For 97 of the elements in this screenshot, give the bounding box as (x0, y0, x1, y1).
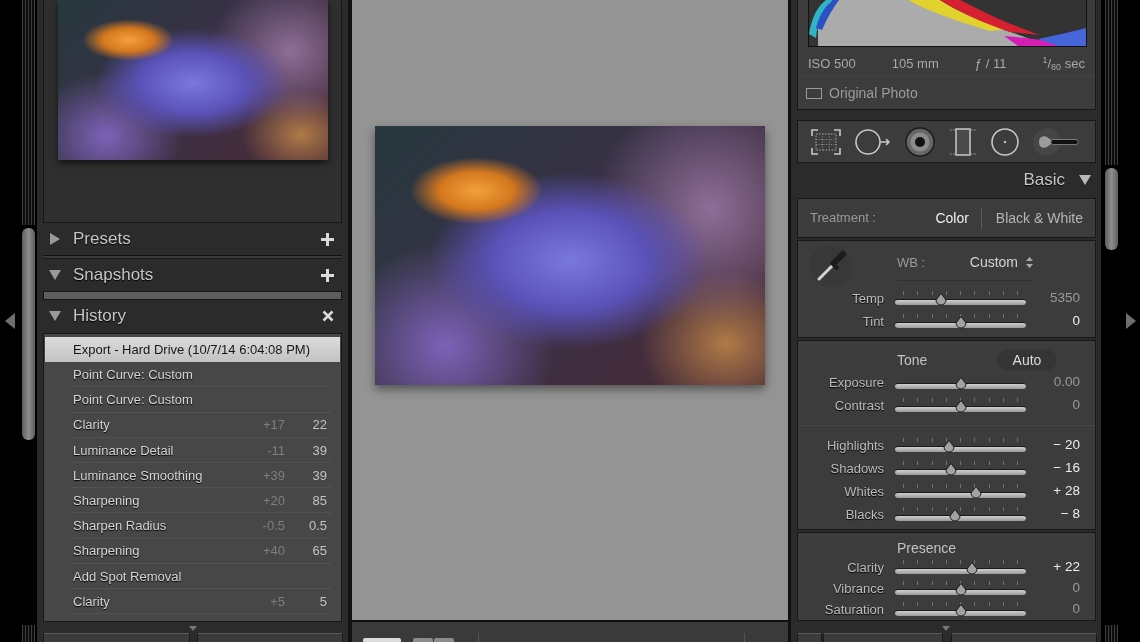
right-arrow-icon[interactable] (1125, 313, 1136, 329)
slider-track[interactable] (895, 560, 1026, 575)
slider-label: Whites (843, 482, 884, 501)
slider-value: + 28 (1052, 482, 1080, 501)
slider-thumb[interactable] (954, 583, 967, 596)
panel-header-title[interactable]: Basic (1023, 167, 1065, 193)
slider-value: − 8 (1059, 505, 1080, 524)
exif-value: ƒ / 11 (974, 54, 1007, 73)
history-value: 0.5 (307, 517, 327, 536)
slider-value: − 20 (1052, 436, 1080, 455)
grip-strip (22, 625, 35, 642)
section-title: Tone (897, 350, 928, 370)
brush-icon[interactable] (1033, 127, 1079, 156)
updown-arrows-icon (1026, 257, 1033, 268)
slider-thumb[interactable] (934, 293, 947, 306)
slider-track[interactable] (895, 375, 1026, 390)
slider-thumb[interactable] (949, 509, 962, 522)
slider-label: Exposure (828, 373, 884, 392)
history-item[interactable]: Export - Hard Drive (10/7/14 6:04:08 PM) (45, 337, 340, 363)
slider-label: Temp (851, 289, 884, 308)
circle-dot-icon[interactable] (991, 127, 1019, 156)
slider-value: − 16 (1052, 459, 1080, 478)
slider-value: 0 (1071, 312, 1080, 331)
slider-label: Blacks (844, 505, 884, 524)
expanded-triangle-icon[interactable] (49, 310, 61, 322)
scrollbar-thumb[interactable] (22, 228, 35, 440)
slider-label: Highlights (825, 436, 884, 455)
slider-thumb[interactable] (954, 604, 967, 617)
slider-track[interactable] (895, 438, 1026, 453)
scrollbar-thumb[interactable] (1105, 168, 1118, 250)
rectangle-icon[interactable] (949, 127, 977, 156)
panel-header-title[interactable]: History (73, 303, 126, 329)
panel-button[interactable] (797, 633, 822, 642)
history-value: 39 (311, 441, 327, 460)
slider-label: Tint (861, 312, 884, 331)
slider-label: Contrast (833, 396, 884, 415)
history-item[interactable]: Point Curve: Custom (44, 387, 341, 413)
slider-thumb[interactable] (942, 440, 955, 453)
field-label: Treatment : (810, 209, 876, 228)
slider-thumb[interactable] (954, 377, 967, 390)
circle-arrow-icon[interactable] (855, 128, 891, 155)
field-label: WB : (897, 253, 926, 272)
slider-label: Vibrance (831, 579, 884, 598)
treatment-option[interactable]: Color (935, 207, 981, 229)
slider-track[interactable] (895, 461, 1026, 476)
slider-track[interactable] (895, 484, 1026, 499)
slider-thumb[interactable] (966, 562, 979, 575)
plus-icon[interactable] (321, 232, 334, 246)
histogram-area (816, 0, 839, 30)
panel-header-title[interactable]: Presets (73, 226, 131, 252)
expanded-triangle-icon[interactable] (1079, 174, 1091, 186)
left-arrow-icon[interactable] (5, 313, 15, 329)
exif-value: 105 mm (891, 54, 939, 73)
history-value: 85 (311, 491, 327, 510)
panel-header-title[interactable]: Snapshots (73, 262, 154, 288)
caret-down-icon[interactable] (188, 626, 197, 631)
slider-value: 0.00 (1052, 373, 1080, 392)
slider-thumb[interactable] (970, 486, 983, 499)
slider-track[interactable] (895, 398, 1026, 413)
exif-value: ISO 500 (808, 54, 856, 73)
history-item[interactable]: Add Spot Removal (44, 563, 341, 589)
plus-icon[interactable] (321, 268, 334, 282)
wb-dropdown[interactable]: Custom (969, 252, 1033, 273)
exif-value: $^{1}$/$_{80}$ sec (1042, 54, 1085, 74)
slider-value: 0 (1071, 396, 1080, 415)
slider-thumb[interactable] (954, 400, 967, 413)
slider-thumb[interactable] (945, 463, 958, 476)
slider-value: + 22 (1052, 558, 1080, 577)
collapsed-triangle-icon[interactable] (49, 233, 61, 245)
slider-track[interactable] (895, 602, 1026, 617)
slider-value: 5350 (1048, 289, 1080, 308)
slider-track[interactable] (895, 581, 1026, 596)
caret-down-icon[interactable] (942, 626, 950, 631)
section-title: Presence (897, 538, 957, 558)
slider-label: Clarity (846, 558, 884, 577)
slider-label: Shadows (829, 459, 884, 478)
history-value: 22 (311, 416, 327, 435)
grip-strip (1105, 625, 1118, 642)
slider-value: 0 (1071, 579, 1080, 598)
history-value: 5 (318, 592, 327, 611)
slider-thumb[interactable] (954, 316, 967, 329)
history-value: 39 (311, 466, 327, 485)
slider-value: 0 (1071, 600, 1080, 619)
expanded-triangle-icon[interactable] (49, 269, 61, 281)
slider-track[interactable] (895, 507, 1026, 522)
treatment-option[interactable]: Black & White (980, 207, 1083, 229)
history-value: 65 (311, 542, 327, 561)
checkbox-label[interactable]: Original Photo (829, 82, 918, 104)
slider-label: Saturation (823, 600, 884, 619)
close-icon[interactable] (322, 310, 334, 322)
checkbox[interactable] (806, 87, 822, 99)
eye-icon[interactable] (905, 126, 935, 157)
auto-button[interactable]: Auto (997, 350, 1057, 370)
crop-grid-icon[interactable] (811, 128, 841, 155)
history-item[interactable]: Point Curve: Custom (44, 362, 341, 388)
slider-track[interactable] (895, 291, 1026, 306)
slider-track[interactable] (895, 314, 1026, 329)
